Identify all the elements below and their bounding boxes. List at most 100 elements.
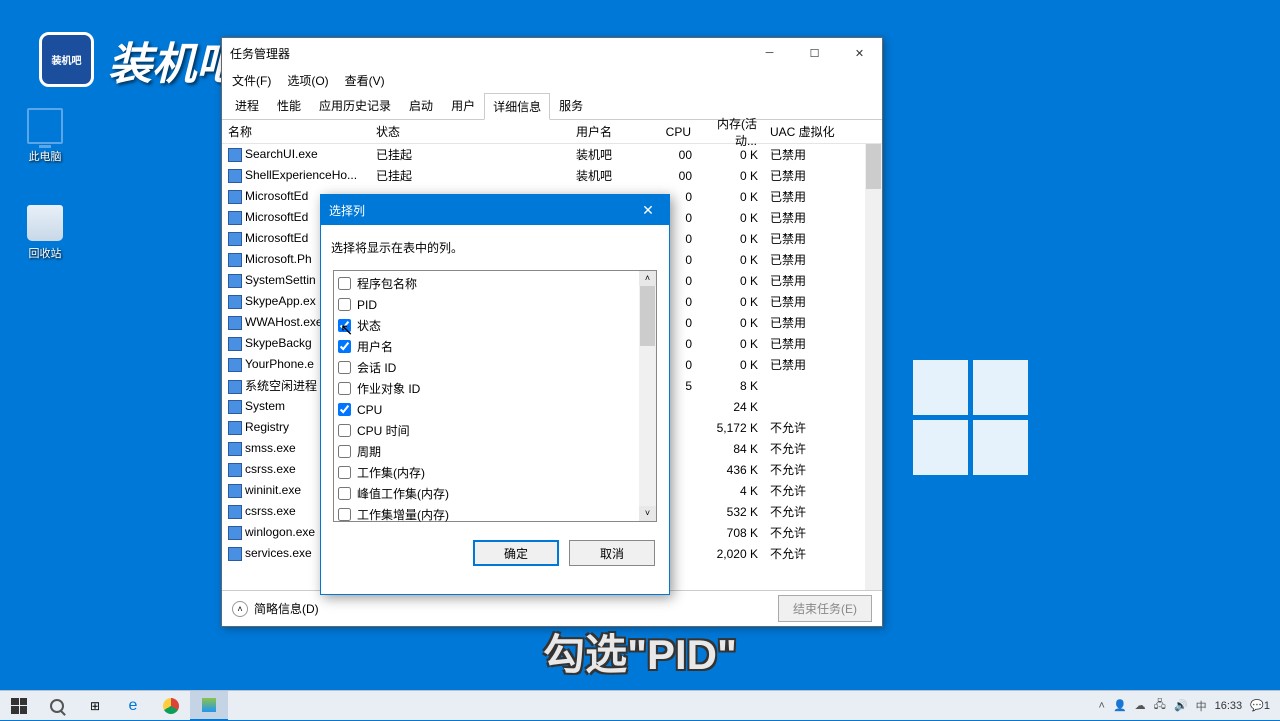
column-option[interactable]: 峰值工作集(内存) [338,483,652,504]
column-checkbox[interactable] [338,319,351,332]
tray-chevron-icon[interactable]: ˄ [1099,700,1105,712]
process-icon [228,190,242,204]
column-label: CPU 时间 [357,422,410,439]
tab-performance[interactable]: 性能 [268,92,310,119]
column-checkbox[interactable] [338,508,351,521]
column-option[interactable]: 状态 [338,315,652,336]
window-title: 任务管理器 [230,45,290,62]
menu-file[interactable]: 文件(F) [228,70,275,91]
column-option[interactable]: 周期 [338,441,652,462]
fewer-details-button[interactable]: ˄ 简略信息(D) [232,600,319,617]
tab-services[interactable]: 服务 [550,92,592,119]
column-checkbox[interactable] [338,445,351,458]
column-label: 状态 [357,317,381,334]
process-icon [228,526,242,540]
tray-people-icon[interactable]: 👤 [1113,699,1127,712]
tray-network-icon[interactable]: 🖧 [1154,696,1166,715]
scrollbar[interactable] [865,144,882,590]
desktop-icon-label: 回收站 [29,248,62,260]
process-icon [228,295,242,309]
desktop-icon-recycle-bin[interactable]: 回收站 [10,205,80,261]
process-icon [228,380,242,394]
column-checkbox[interactable] [338,361,351,374]
column-headers[interactable]: 名称 状态 用户名 CPU 内存(活动... UAC 虚拟化 [222,120,882,144]
column-checkbox[interactable] [338,340,351,353]
tab-processes[interactable]: 进程 [226,92,268,119]
dialog-scroll-thumb[interactable] [640,286,655,346]
scroll-down-arrow[interactable]: ˅ [639,506,656,521]
scroll-up-arrow[interactable]: ˄ [639,271,656,286]
header-cpu[interactable]: CPU [652,121,698,143]
column-option[interactable]: 用户名 [338,336,652,357]
menu-view[interactable]: 查看(V) [341,70,389,91]
table-row[interactable]: SearchUI.exe已挂起装机吧000 K已禁用 [222,144,882,165]
column-checkbox[interactable] [338,403,351,416]
titlebar[interactable]: 任务管理器 ─ ☐ ✕ [222,38,882,68]
dialog-title: 选择列 [329,202,365,219]
column-label: 用户名 [357,338,393,355]
end-task-button[interactable]: 结束任务(E) [778,595,872,622]
search-button[interactable] [38,691,76,721]
column-label: 工作集增量(内存) [357,506,449,523]
notification-button[interactable]: 💬1 [1250,699,1270,712]
column-checkbox[interactable] [338,298,351,311]
column-label: PID [357,298,377,312]
process-icon [228,148,242,162]
process-icon [228,169,242,183]
column-option[interactable]: 程序包名称 [338,273,652,294]
search-icon [50,699,64,713]
taskbar-taskmgr[interactable] [190,691,228,721]
scroll-thumb[interactable] [866,144,881,189]
column-option[interactable]: CPU [338,399,652,420]
tray-onedrive-icon[interactable]: ☁ [1135,699,1146,712]
process-icon [228,547,242,561]
column-label: 程序包名称 [357,275,417,292]
taskbar[interactable]: ⊞ e ˄ 👤 ☁ 🖧 🔊 中 16:33 💬1 [0,690,1280,720]
cancel-button[interactable]: 取消 [569,540,655,566]
ok-button[interactable]: 确定 [473,540,559,566]
column-checkbox[interactable] [338,487,351,500]
column-option[interactable]: 作业对象 ID [338,378,652,399]
process-icon [228,316,242,330]
column-checkbox[interactable] [338,382,351,395]
header-name[interactable]: 名称 [222,119,370,144]
desktop-icon-this-pc[interactable]: 此电脑 [10,108,80,164]
tab-startup[interactable]: 启动 [400,92,442,119]
column-checkbox[interactable] [338,277,351,290]
taskview-button[interactable]: ⊞ [76,691,114,721]
process-icon [228,442,242,456]
column-checkbox[interactable] [338,466,351,479]
table-row[interactable]: ShellExperienceHo...已挂起装机吧000 K已禁用 [222,165,882,186]
tab-details[interactable]: 详细信息 [484,93,550,120]
dialog-titlebar[interactable]: 选择列 ✕ [321,195,669,225]
start-button[interactable] [0,691,38,721]
minimize-button[interactable]: ─ [747,38,792,68]
tray-ime-icon[interactable]: 中 [1196,698,1207,714]
process-icon [228,358,242,372]
taskbar-chrome[interactable] [152,691,190,721]
tab-users[interactable]: 用户 [442,92,484,119]
dialog-close-button[interactable]: ✕ [627,195,669,225]
column-option[interactable]: PID [338,294,652,315]
taskmgr-icon [202,698,216,712]
header-status[interactable]: 状态 [370,119,570,144]
column-option[interactable]: CPU 时间 [338,420,652,441]
recycle-bin-icon [27,205,63,241]
close-button[interactable]: ✕ [837,38,882,68]
tab-history[interactable]: 应用历史记录 [310,92,400,119]
dialog-scrollbar[interactable]: ˄ ˅ [639,271,656,521]
column-option[interactable]: 工作集(内存) [338,462,652,483]
menu-options[interactable]: 选项(O) [283,70,332,91]
taskbar-edge[interactable]: e [114,691,152,721]
header-user[interactable]: 用户名 [570,119,652,144]
desktop-icon-label: 此电脑 [29,151,62,163]
tray-volume-icon[interactable]: 🔊 [1174,699,1188,712]
column-checkbox[interactable] [338,424,351,437]
header-uac[interactable]: UAC 虚拟化 [764,119,844,144]
clock[interactable]: 16:33 [1215,700,1243,712]
column-option[interactable]: 工作集增量(内存) [338,504,652,525]
maximize-button[interactable]: ☐ [792,38,837,68]
process-icon [228,337,242,351]
edge-icon: e [129,697,138,715]
column-option[interactable]: 会话 ID [338,357,652,378]
